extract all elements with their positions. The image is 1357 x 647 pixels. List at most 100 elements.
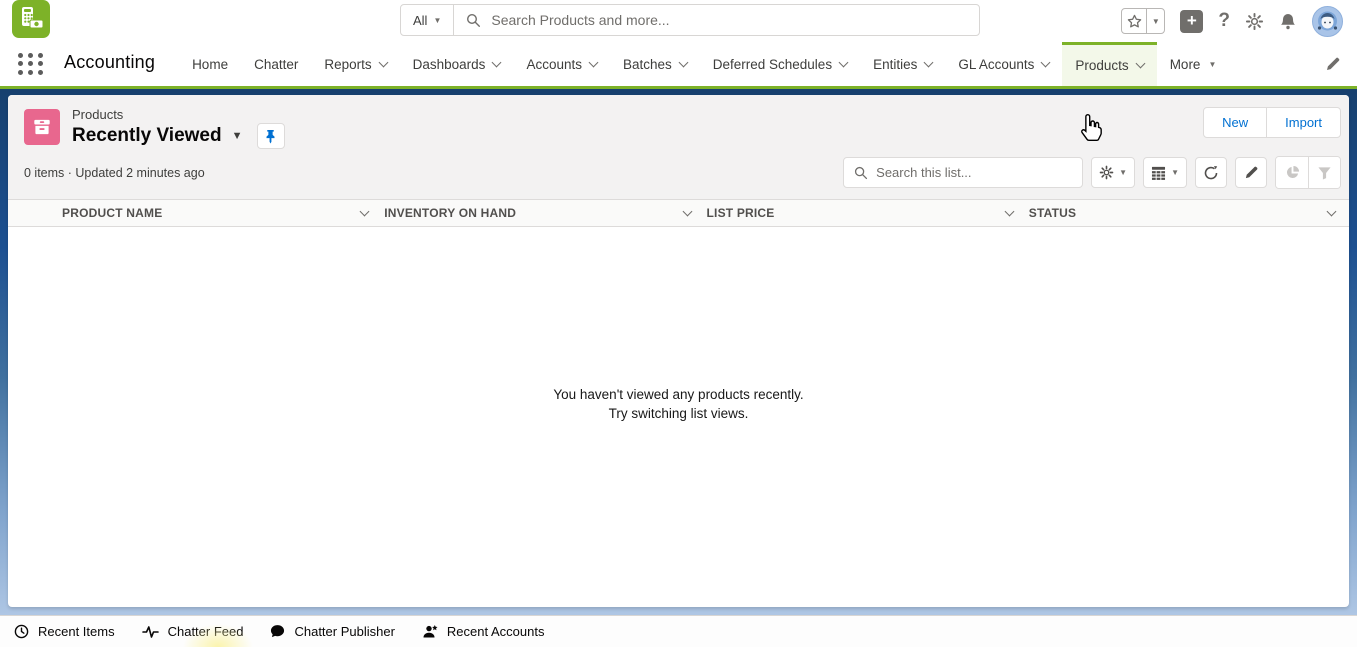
chevron-down-icon: [839, 57, 849, 67]
inline-edit-button[interactable]: [1235, 157, 1267, 188]
chevron-down-icon: [1041, 57, 1051, 67]
help-button[interactable]: ?: [1218, 10, 1230, 32]
list-view-controls-button[interactable]: ▼: [1091, 157, 1135, 188]
salesforce-app-window: All ▼ ▼: [0, 0, 1357, 647]
favorites-button-group: ▼: [1121, 8, 1165, 34]
dropdown-triangle-icon: ▼: [1171, 168, 1179, 177]
empty-state: You haven't viewed any products recently…: [8, 227, 1349, 603]
row-number-column: [8, 200, 60, 226]
utility-dock: Recent Items Chatter Feed Chatter Publis…: [0, 615, 1357, 647]
clock-icon: [14, 624, 29, 639]
tab-gl-accounts[interactable]: GL Accounts: [945, 42, 1062, 86]
chevron-down-icon: [492, 57, 502, 67]
pin-list-view-button[interactable]: [257, 123, 285, 149]
dropdown-triangle-icon: ▼: [433, 16, 441, 25]
chart-filter-group: [1275, 156, 1341, 189]
global-actions: ▼ + ?: [1121, 0, 1343, 42]
search-scope-button[interactable]: All ▼: [401, 5, 454, 35]
user-avatar[interactable]: [1312, 6, 1343, 37]
refresh-icon: [1203, 165, 1219, 181]
notifications-button[interactable]: [1279, 12, 1297, 31]
dropdown-triangle-icon: ▼: [1119, 168, 1127, 177]
list-view-header: Products Recently Viewed ▼: [8, 95, 1349, 199]
edit-nav-button[interactable]: [1325, 56, 1341, 72]
dock-chatter-publisher[interactable]: Chatter Publisher: [270, 624, 394, 639]
app-logo-icon[interactable]: [12, 0, 50, 38]
chevron-down-icon: [589, 57, 599, 67]
dropdown-triangle-icon: ▼: [1152, 17, 1160, 26]
filters-button[interactable]: [1308, 157, 1340, 188]
chevron-down-icon: [1135, 59, 1145, 69]
pencil-icon: [1244, 165, 1259, 180]
search-icon: [466, 13, 481, 28]
column-header-product-name[interactable]: PRODUCT NAME: [60, 200, 382, 226]
product-box-icon: [31, 116, 53, 138]
list-view-name: Recently Viewed: [72, 125, 222, 147]
app-navigation-bar: Accounting Home Chatter Reports Dashboar…: [0, 42, 1357, 86]
empty-state-line2: Try switching list views.: [8, 404, 1349, 423]
dock-chatter-feed[interactable]: Chatter Feed: [142, 624, 244, 639]
tab-entities[interactable]: Entities: [860, 42, 945, 86]
global-search-input[interactable]: [491, 12, 967, 28]
tab-more[interactable]: More▼: [1157, 42, 1230, 86]
dock-recent-items[interactable]: Recent Items: [14, 624, 115, 639]
global-search: All ▼: [400, 4, 980, 36]
chevron-down-icon: [682, 207, 692, 217]
tab-reports[interactable]: Reports: [311, 42, 399, 86]
pie-chart-icon: [1285, 165, 1300, 180]
dock-recent-accounts[interactable]: Recent Accounts: [422, 624, 545, 639]
tab-home[interactable]: Home: [179, 42, 241, 86]
search-icon: [854, 166, 868, 180]
setup-button[interactable]: [1245, 12, 1264, 31]
search-scope-label: All: [413, 13, 427, 28]
tab-batches[interactable]: Batches: [610, 42, 700, 86]
plus-icon: +: [1187, 11, 1197, 30]
tab-dashboards[interactable]: Dashboards: [400, 42, 514, 86]
global-actions-plus-button[interactable]: +: [1180, 10, 1203, 33]
favorites-star-button[interactable]: [1122, 9, 1146, 33]
charts-button[interactable]: [1276, 157, 1308, 188]
tab-deferred-schedules[interactable]: Deferred Schedules: [700, 42, 860, 86]
chevron-down-icon: [678, 57, 688, 67]
global-header: All ▼ ▼: [0, 0, 1357, 42]
gear-icon: [1245, 12, 1264, 31]
column-header-inventory-on-hand[interactable]: INVENTORY ON HAND: [382, 200, 704, 226]
favorites-dropdown-button[interactable]: ▼: [1146, 9, 1164, 33]
new-button[interactable]: New: [1204, 108, 1266, 137]
list-view-dropdown[interactable]: ▼: [232, 130, 243, 142]
pulse-icon: [142, 625, 159, 639]
display-as-button[interactable]: ▼: [1143, 157, 1187, 188]
column-header-list-price[interactable]: LIST PRICE: [705, 200, 1027, 226]
chevron-down-icon: [1327, 207, 1337, 217]
list-controls: ▼ ▼: [843, 156, 1341, 189]
column-header-status[interactable]: STATUS: [1027, 200, 1349, 226]
list-search-input[interactable]: [876, 165, 1072, 180]
table-grid-icon: [1151, 166, 1166, 180]
chevron-down-icon: [1004, 207, 1014, 217]
speech-bubble-icon: [270, 624, 285, 639]
import-button[interactable]: Import: [1266, 108, 1340, 137]
entity-label: Products: [72, 107, 285, 122]
tab-chatter[interactable]: Chatter: [241, 42, 311, 86]
question-mark-icon: ?: [1218, 10, 1230, 31]
global-search-field[interactable]: [454, 5, 979, 35]
pin-icon: [264, 129, 277, 144]
chevron-down-icon: [924, 57, 934, 67]
chevron-down-icon: [378, 57, 388, 67]
app-launcher-waffle-icon[interactable]: [18, 53, 44, 75]
tab-accounts[interactable]: Accounts: [513, 42, 610, 86]
refresh-button[interactable]: [1195, 157, 1227, 188]
product-object-icon: [24, 109, 60, 145]
products-list-view-card: Products Recently Viewed ▼: [8, 95, 1349, 607]
list-search-box[interactable]: [843, 157, 1083, 188]
app-name: Accounting: [64, 52, 155, 86]
page-background: Products Recently Viewed ▼: [0, 89, 1357, 615]
person-star-icon: [422, 624, 438, 639]
bell-icon: [1279, 12, 1297, 31]
tab-products[interactable]: Products: [1062, 42, 1156, 86]
filter-funnel-icon: [1317, 166, 1332, 180]
chevron-down-icon: [360, 207, 370, 217]
pencil-icon: [1325, 56, 1341, 72]
table-header-row: PRODUCT NAME INVENTORY ON HAND LIST PRIC…: [8, 199, 1349, 227]
dropdown-triangle-icon: ▼: [1208, 60, 1216, 69]
